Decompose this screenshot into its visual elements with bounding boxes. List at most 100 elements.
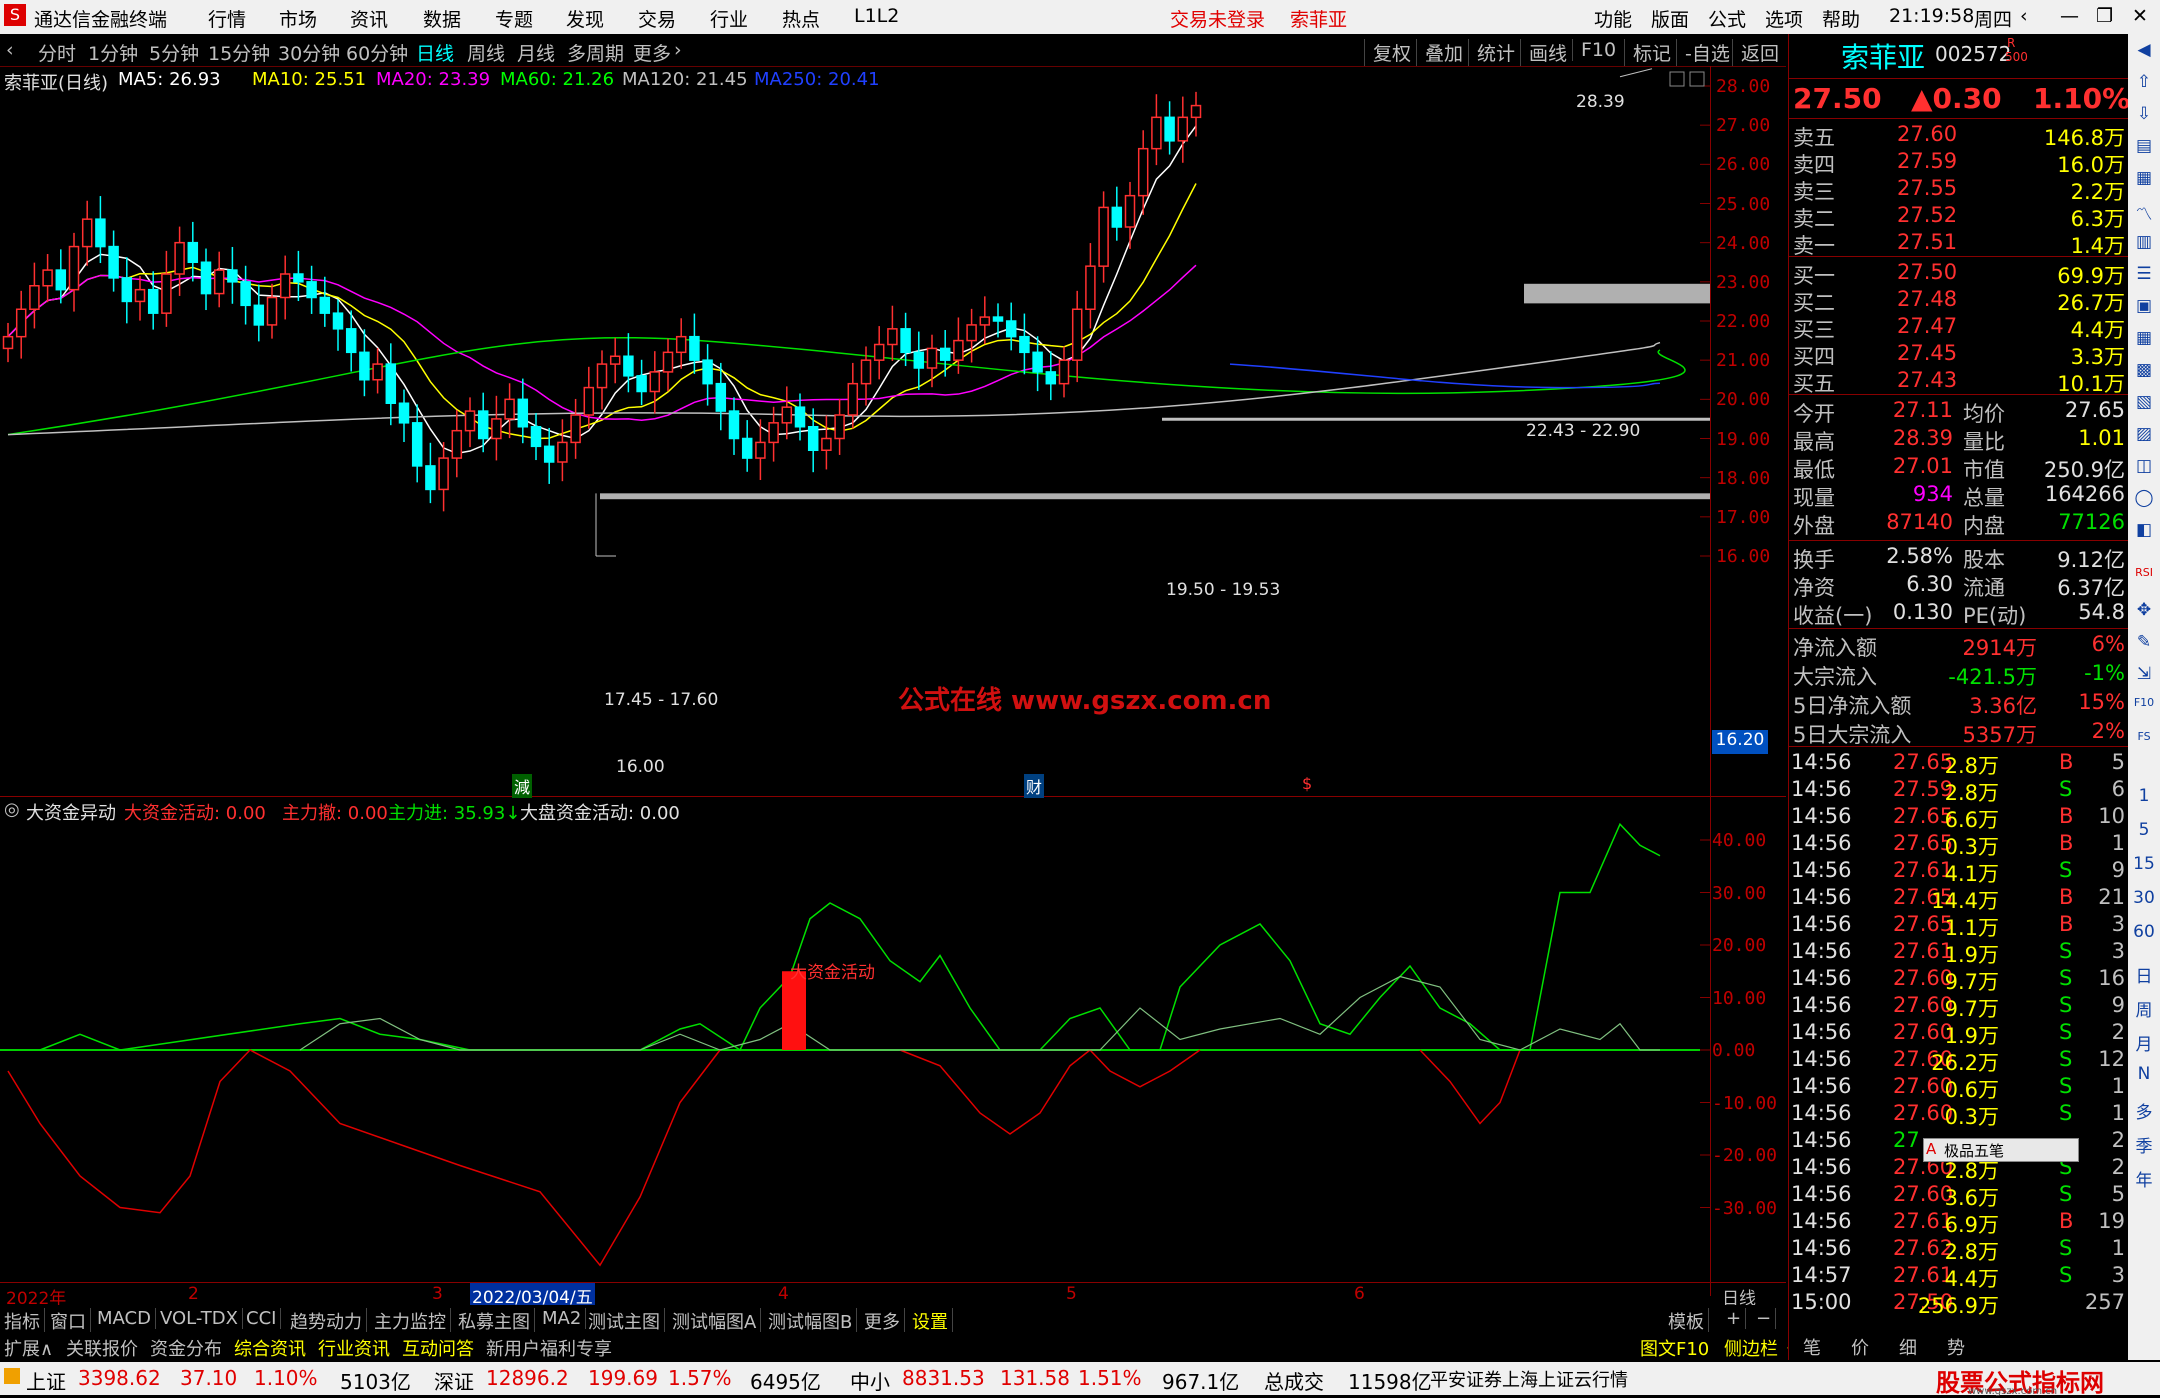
menu-data[interactable]: 数据	[423, 5, 461, 32]
footer-tab-brush[interactable]: 笔	[1803, 1334, 1821, 1360]
tab-macd[interactable]: MACD	[93, 1308, 156, 1329]
document-icon[interactable]: ▤	[2132, 136, 2156, 156]
tab-more[interactable]: 更多	[860, 1308, 905, 1334]
layers-icon[interactable]: ◧	[2132, 520, 2156, 540]
link-sidebar[interactable]: 侧边栏《	[1724, 1335, 1796, 1361]
tab-industry-news[interactable]: 行业资讯	[318, 1335, 390, 1361]
bars-icon[interactable]: ▨	[2132, 424, 2156, 444]
tab-window[interactable]: 窗口	[46, 1308, 91, 1334]
circle-icon[interactable]: ◯	[2132, 488, 2156, 508]
menu-news[interactable]: 资讯	[350, 5, 388, 32]
menu-quote[interactable]: 行情	[208, 5, 246, 32]
chart-icon[interactable]: ▣	[2132, 296, 2156, 316]
tool-stats[interactable]: 统计	[1468, 39, 1523, 66]
menu-layout[interactable]: 版面	[1651, 5, 1689, 32]
login-status[interactable]: 交易未登录	[1170, 5, 1265, 32]
tab-indicator[interactable]: 指标	[0, 1308, 45, 1334]
chevron-left-icon[interactable]: ‹	[6, 39, 14, 61]
menu-formula[interactable]: 公式	[1708, 5, 1746, 32]
event-mark-dividend[interactable]: $	[1302, 774, 1312, 793]
list-icon[interactable]: ☰	[2132, 264, 2156, 284]
tab-trend-power[interactable]: 趋势动力	[286, 1308, 367, 1334]
remove-icon[interactable]: −	[1752, 1308, 1777, 1329]
tool-month[interactable]: 月	[2132, 1030, 2156, 1055]
chevron-right-icon[interactable]: ›	[674, 39, 682, 61]
period-1min[interactable]: 1分钟	[88, 39, 138, 66]
tool-draw[interactable]: 画线	[1520, 39, 1575, 66]
collapse-icon[interactable]: ◀	[2132, 40, 2156, 60]
tab-test-main[interactable]: 测试主图	[584, 1308, 665, 1334]
sh-name[interactable]: 上证	[26, 1366, 66, 1395]
tool-60[interactable]: 60	[2132, 922, 2156, 942]
add-icon[interactable]: +	[1722, 1308, 1747, 1329]
tool-overlay[interactable]: 叠加	[1416, 39, 1471, 66]
event-mark-finance[interactable]: 财	[1024, 774, 1045, 798]
tab-template[interactable]: 模板	[1664, 1308, 1709, 1334]
tool-fs[interactable]: FS	[2132, 730, 2156, 743]
menu-market[interactable]: 市场	[279, 5, 317, 32]
tool-1[interactable]: 1	[2132, 786, 2156, 806]
maximize-icon[interactable]: ❐	[2096, 5, 2113, 27]
menu-trade[interactable]: 交易	[638, 5, 676, 32]
tool-week[interactable]: 周	[2132, 996, 2156, 1021]
indicator-settings-icon[interactable]: ◎	[4, 799, 20, 820]
arrow-up-icon[interactable]: ⇧	[2132, 72, 2156, 92]
chart-zoom-icon[interactable]	[1689, 71, 1705, 87]
menu-options[interactable]: 选项	[1765, 5, 1803, 32]
tab-expand[interactable]: 扩展∧	[4, 1335, 53, 1361]
arrow-down-icon[interactable]: ⇩	[2132, 104, 2156, 124]
tab-new-user[interactable]: 新用户福利专享	[486, 1335, 612, 1361]
tool-15[interactable]: 15	[2132, 854, 2156, 874]
line-chart-icon[interactable]: 〽	[2132, 200, 2156, 225]
share-icon[interactable]: ⇲	[2132, 664, 2156, 684]
menu-l1l2[interactable]: L1L2	[854, 5, 899, 27]
period-30min[interactable]: 30分钟	[278, 39, 340, 66]
event-mark-reduce[interactable]: 減	[512, 774, 533, 798]
tool-5[interactable]: 5	[2132, 820, 2156, 840]
menu-hot[interactable]: 热点	[782, 5, 820, 32]
grid-icon[interactable]: ▦	[2132, 168, 2156, 188]
tool-adjust[interactable]: 复权	[1364, 39, 1419, 66]
box-icon[interactable]: ◫	[2132, 456, 2156, 476]
period-more[interactable]: 更多	[633, 39, 671, 66]
tab-cci[interactable]: CCI	[242, 1308, 282, 1329]
tab-private-main[interactable]: 私募主图	[454, 1308, 535, 1334]
period-5min[interactable]: 5分钟	[149, 39, 199, 66]
tool-watchlist[interactable]: -自选	[1676, 39, 1738, 66]
tool-multi[interactable]: 多	[2132, 1098, 2156, 1123]
footer-tab-price[interactable]: 价	[1851, 1334, 1869, 1360]
tool-f10[interactable]: F10	[1572, 39, 1624, 61]
tab-news[interactable]: 综合资讯	[234, 1335, 306, 1361]
period-daily[interactable]: 日线	[416, 39, 454, 66]
footer-tab-trend[interactable]: 势	[1947, 1334, 1965, 1360]
tool-back[interactable]: 返回	[1732, 39, 1787, 66]
menu-function[interactable]: 功能	[1594, 5, 1632, 32]
period-15min[interactable]: 15分钟	[208, 39, 270, 66]
tab-main-monitor[interactable]: 主力监控	[370, 1308, 451, 1334]
period-multi[interactable]: 多周期	[567, 39, 624, 66]
tab-related-quote[interactable]: 关联报价	[66, 1335, 138, 1361]
menu-help[interactable]: 帮助	[1822, 5, 1860, 32]
move-icon[interactable]: ✥	[2132, 600, 2156, 620]
close-icon[interactable]: ✕	[2132, 5, 2148, 27]
tab-test-sub-a[interactable]: 测试幅图A	[668, 1308, 762, 1334]
tool-mark[interactable]: 标记	[1624, 39, 1679, 66]
tab-ma2[interactable]: MA2	[538, 1308, 587, 1329]
tab-test-sub-b[interactable]: 测试幅图B	[764, 1308, 858, 1334]
pen-icon[interactable]: ✎	[2132, 632, 2156, 652]
tab-settings[interactable]: 设置	[908, 1308, 953, 1334]
menu-topic[interactable]: 专题	[495, 5, 533, 32]
period-weekly[interactable]: 周线	[467, 39, 505, 66]
tool-n[interactable]: N	[2132, 1064, 2156, 1084]
tab-qa[interactable]: 互动问答	[402, 1335, 474, 1361]
tab-vol-tdx[interactable]: VOL-TDX	[156, 1308, 243, 1329]
tool-quarter[interactable]: 季	[2132, 1132, 2156, 1157]
footer-tab-detail[interactable]: 细	[1899, 1334, 1917, 1360]
period-monthly[interactable]: 月线	[517, 39, 555, 66]
tab-fund-distribution[interactable]: 资金分布	[150, 1335, 222, 1361]
period-60min[interactable]: 60分钟	[346, 39, 408, 66]
link-f10[interactable]: 图文F10	[1640, 1335, 1709, 1361]
candlestick-chart[interactable]	[0, 66, 1786, 796]
layout-icon[interactable]: ▩	[2132, 360, 2156, 380]
indicator-chart[interactable]	[0, 822, 1710, 1282]
